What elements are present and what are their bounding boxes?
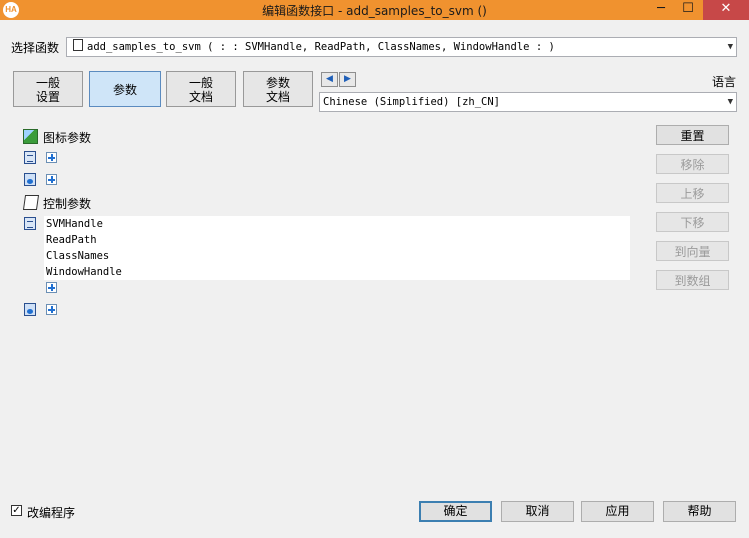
ok-button[interactable]: 确定 xyxy=(419,501,492,522)
control-input-list[interactable] xyxy=(44,216,630,280)
image-icon xyxy=(23,129,38,144)
output-object-icon xyxy=(24,173,36,186)
tab-label-line1: 参数 xyxy=(265,76,290,90)
language-select[interactable]: Chinese (Simplified) [zh_CN] ▼ xyxy=(319,92,737,112)
reset-button[interactable]: 重置 xyxy=(656,125,729,145)
input-control-icon xyxy=(24,217,36,230)
apply-button[interactable]: 应用 xyxy=(581,501,654,522)
next-arrow-icon[interactable]: ▶ xyxy=(339,72,356,87)
language-label: 语言 xyxy=(712,75,737,89)
icon-params-heading: 图标参数 xyxy=(43,131,92,145)
to-vector-button[interactable]: 到向量 xyxy=(656,241,729,261)
minimize-button[interactable]: ─ xyxy=(647,0,675,20)
tab-parameter-docs[interactable]: 参数 文档 xyxy=(243,71,313,107)
control-icon xyxy=(22,195,40,210)
close-button[interactable]: ✕ xyxy=(703,0,749,20)
maximize-button[interactable]: ☐ xyxy=(674,0,702,20)
function-select-value: add_samples_to_svm ( : : SVMHandle, Read… xyxy=(87,41,555,53)
tab-label-line1: 一般 xyxy=(188,76,213,90)
chevron-down-icon: ▼ xyxy=(727,97,733,107)
move-down-button[interactable]: 下移 xyxy=(656,212,729,232)
title-bar: HA 编辑函数接口 - add_samples_to_svm () ─ ☐ ✕ xyxy=(0,0,749,20)
to-array-button[interactable]: 到数组 xyxy=(656,270,729,290)
add-output-control-icon[interactable] xyxy=(46,304,57,315)
remove-button[interactable]: 移除 xyxy=(656,154,729,174)
list-item[interactable]: SVMHandle xyxy=(46,218,103,230)
list-item[interactable]: ReadPath xyxy=(46,234,97,246)
add-input-control-icon[interactable] xyxy=(46,282,57,293)
help-button[interactable]: 帮助 xyxy=(663,501,736,522)
tab-label-line2: 文档 xyxy=(188,90,213,104)
input-object-icon xyxy=(24,151,36,164)
language-select-value: Chinese (Simplified) [zh_CN] xyxy=(323,96,501,108)
list-item[interactable]: ClassNames xyxy=(46,250,109,262)
function-select[interactable]: add_samples_to_svm ( : : SVMHandle, Read… xyxy=(66,37,737,57)
output-control-icon xyxy=(24,303,36,316)
add-input-object-icon[interactable] xyxy=(46,152,57,163)
tab-parameters[interactable]: 参数 xyxy=(89,71,161,107)
tab-general-docs[interactable]: 一般 文档 xyxy=(166,71,236,107)
control-params-heading: 控制参数 xyxy=(43,197,92,211)
tab-label: 参数 xyxy=(112,83,137,97)
chevron-down-icon: ▼ xyxy=(727,42,733,52)
tab-label-line2: 文档 xyxy=(265,90,290,104)
cancel-button[interactable]: 取消 xyxy=(501,501,574,522)
modify-program-label: 改编程序 xyxy=(27,506,76,520)
document-icon xyxy=(73,39,83,51)
prev-arrow-icon[interactable]: ◀ xyxy=(321,72,338,87)
window-title: 编辑函数接口 - add_samples_to_svm () xyxy=(262,4,487,18)
move-up-button[interactable]: 上移 xyxy=(656,183,729,203)
tab-general-settings[interactable]: 一般 设置 xyxy=(13,71,83,107)
add-output-object-icon[interactable] xyxy=(46,174,57,185)
tab-label-line1: 一般 xyxy=(35,76,60,90)
tab-label-line2: 设置 xyxy=(35,90,60,104)
modify-program-checkbox[interactable]: ✓ xyxy=(11,505,22,516)
list-item[interactable]: WindowHandle xyxy=(46,266,122,278)
select-function-label: 选择函数 xyxy=(11,41,60,55)
